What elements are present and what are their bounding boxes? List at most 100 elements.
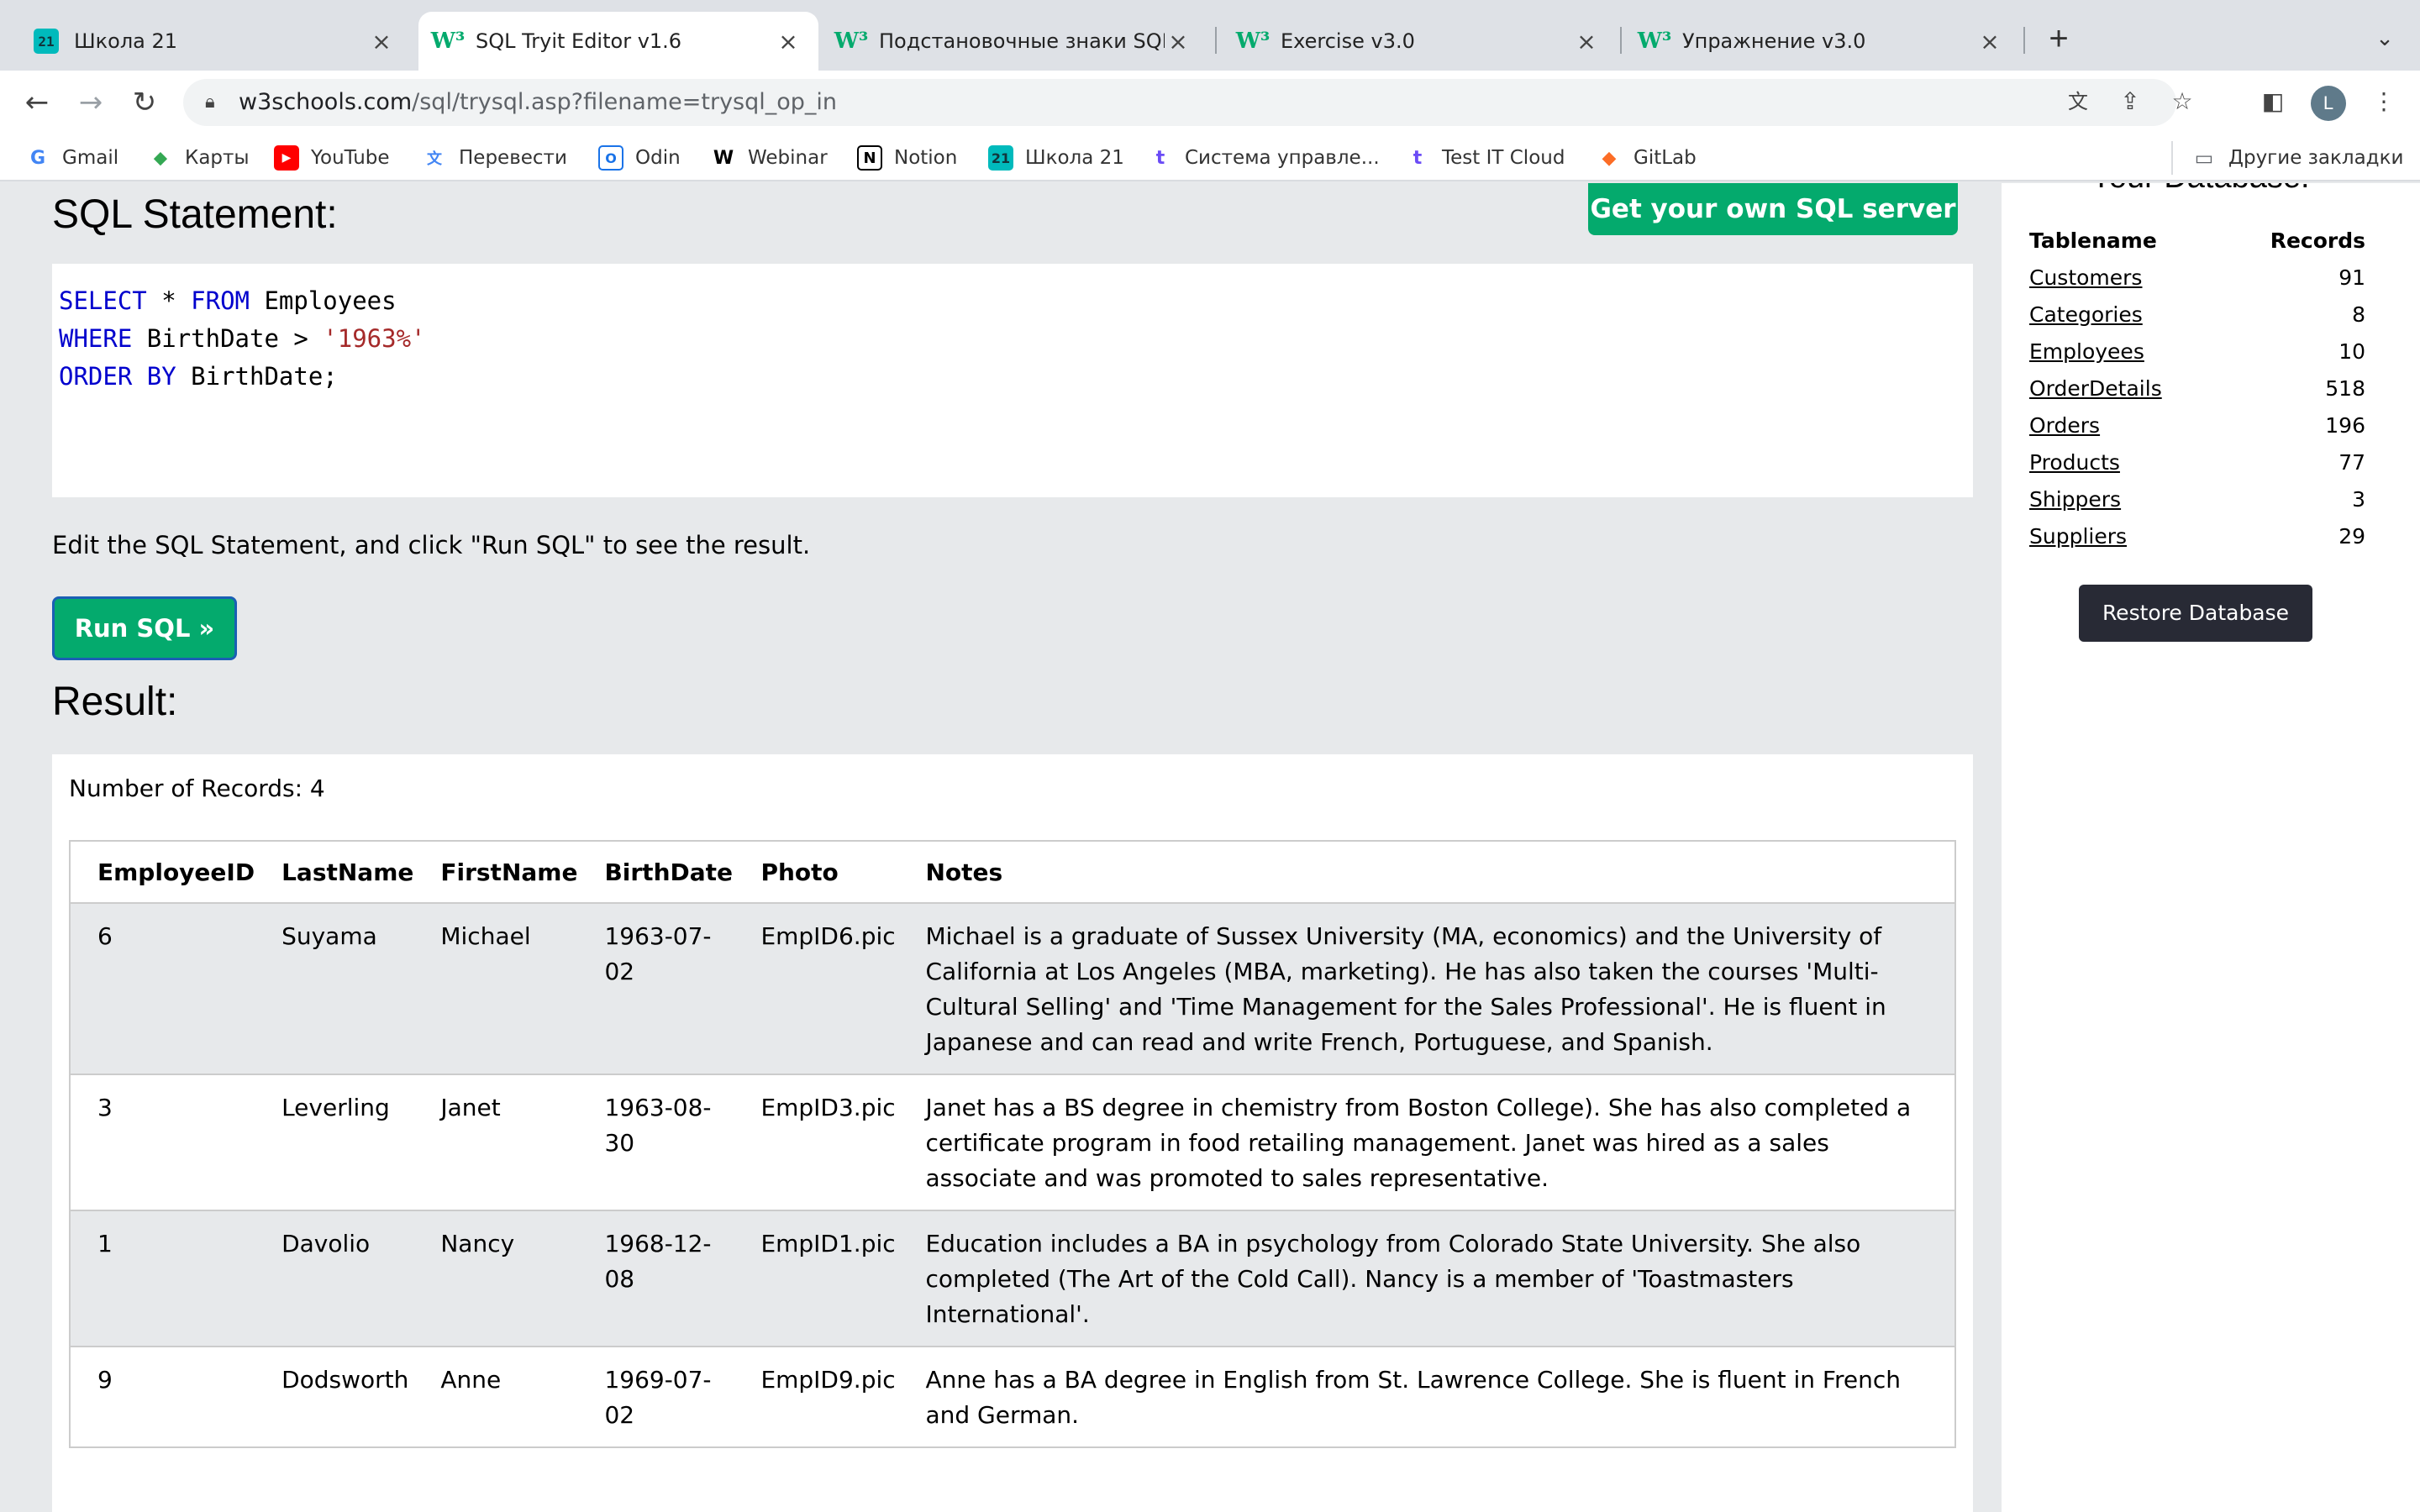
bookmark-webinar[interactable]: W Webinar — [711, 141, 828, 175]
code-line: ORDER BY BirthDate; — [59, 358, 1966, 396]
cell-employee-id: 6 — [70, 903, 269, 1075]
code-line: SELECT * FROM Employees — [59, 282, 1966, 320]
reload-icon[interactable]: ↻ — [124, 82, 165, 123]
table-row: 6 Suyama Michael 1963-07-02 EmpID6.pic M… — [70, 903, 1955, 1075]
side-panel-icon[interactable]: ◧ — [2254, 82, 2292, 121]
bookmark-star-icon[interactable]: ☆ — [2163, 82, 2202, 121]
bookmark-label: Карты — [185, 147, 250, 169]
bookmark-youtube[interactable]: ▶ YouTube — [274, 141, 390, 175]
close-icon[interactable]: × — [775, 28, 802, 55]
close-icon[interactable]: × — [1976, 28, 2003, 55]
sql-statement-heading: SQL Statement: — [52, 192, 338, 237]
code-keyword: SELECT — [59, 286, 147, 315]
column-header: Tablename — [2029, 228, 2157, 253]
record-count-cell: 196 — [2325, 412, 2365, 438]
folder-icon: ▭ — [2194, 146, 2214, 170]
tab-bar: 21 Школа 21 × W³ SQL Tryit Editor v1.6 ×… — [0, 0, 2420, 71]
address-bar[interactable]: 🔒︎ w3schools.com/sql/trysql.asp?filename… — [183, 79, 2193, 126]
lock-icon: 🔒︎ — [205, 91, 215, 112]
tab-exercise[interactable]: W³ Exercise v3.0 × — [1223, 12, 1617, 71]
school21-icon: 21 — [34, 29, 59, 54]
table-link-categories[interactable]: Categories — [2029, 302, 2143, 327]
webinar-icon: W — [713, 147, 734, 169]
share-icon[interactable]: ⇪ — [2111, 82, 2149, 121]
cell-employee-id: 9 — [70, 1347, 269, 1448]
column-header: Records — [2270, 228, 2365, 253]
cell-last-name: Suyama — [268, 903, 428, 1075]
record-count-cell: 8 — [2352, 302, 2365, 327]
cell-photo: EmpID3.pic — [747, 1074, 913, 1211]
table-row: Shippers 3 — [2028, 480, 2366, 517]
editor-column: SQL Statement: Get your own SQL server S… — [25, 183, 1998, 1512]
cell-notes: Janet has a BS degree in chemistry from … — [912, 1074, 1955, 1211]
tab-uprazhnenie[interactable]: W³ Упражнение v3.0 × — [1625, 12, 2020, 71]
notion-icon: N — [857, 145, 882, 171]
bookmark-testit-cloud[interactable]: t Test IT Cloud — [1405, 141, 1565, 175]
result-panel: Number of Records: 4 EmployeeID LastName… — [52, 754, 1973, 1512]
database-panel: Your Database: Tablename Records Custome… — [2002, 183, 2420, 1512]
code-keyword: ORDER BY — [59, 362, 176, 391]
get-sql-server-button[interactable]: Get your own SQL server — [1588, 183, 1958, 235]
restore-database-button[interactable]: Restore Database — [2079, 585, 2312, 642]
cell-first-name: Janet — [427, 1074, 592, 1211]
tab-school21[interactable]: 21 Школа 21 × — [17, 12, 412, 71]
bookmark-translate[interactable]: 文 Перевести — [422, 141, 567, 175]
cell-birth-date: 1969-07-02 — [591, 1347, 748, 1448]
table-link-orderdetails[interactable]: OrderDetails — [2029, 376, 2162, 401]
close-icon[interactable]: × — [1165, 28, 1192, 55]
url-text[interactable]: w3schools.com/sql/trysql.asp?filename=tr… — [239, 89, 837, 115]
table-link-suppliers[interactable]: Suppliers — [2029, 524, 2127, 549]
record-count-cell: 3 — [2352, 486, 2365, 512]
table-row: Categories 8 — [2028, 296, 2366, 333]
cell-notes: Education includes a BA in psychology fr… — [912, 1210, 1955, 1347]
bookmark-school21[interactable]: 21 Школа 21 — [988, 141, 1124, 175]
other-bookmarks[interactable]: ▭ Другие закладки — [2191, 141, 2404, 175]
tab-title: SQL Tryit Editor v1.6 — [476, 29, 682, 53]
tab-wildcards[interactable]: W³ Подстановочные знаки SQL × — [822, 12, 1208, 71]
table-link-products[interactable]: Products — [2029, 450, 2120, 475]
close-icon[interactable]: × — [368, 28, 395, 55]
tab-search-chevron-down-icon[interactable]: ⌄ — [2368, 25, 2402, 59]
avatar[interactable]: L — [2311, 86, 2346, 121]
bookmark-notion[interactable]: N Notion — [857, 141, 957, 175]
forward-arrow-icon[interactable]: → — [71, 82, 111, 123]
table-row: OrderDetails 518 — [2028, 370, 2366, 407]
translate-icon[interactable]: 文 — [2059, 82, 2097, 121]
bookmark-maps[interactable]: ⬥ Карты — [148, 141, 250, 175]
column-header: Notes — [912, 841, 1955, 904]
close-icon[interactable]: × — [1573, 28, 1600, 55]
bookmark-gmail[interactable]: G Gmail — [25, 141, 118, 175]
gmail-icon: G — [29, 147, 46, 169]
tab-separator — [1215, 27, 1217, 54]
odin-icon: O — [598, 145, 623, 171]
table-row: Customers 91 — [2028, 259, 2366, 296]
bookmark-odin[interactable]: O Odin — [598, 141, 681, 175]
table-link-customers[interactable]: Customers — [2029, 265, 2142, 290]
database-table: Tablename Records Customers 91 Categories… — [2028, 222, 2366, 554]
bookmark-gitlab[interactable]: ◆ GitLab — [1597, 141, 1697, 175]
bookmark-label: Gmail — [62, 147, 119, 169]
code-keyword: WHERE — [59, 324, 133, 353]
cell-last-name: Dodsworth — [268, 1347, 428, 1448]
bookmark-system[interactable]: t Система управле... — [1148, 141, 1380, 175]
bookmarks-divider — [2171, 141, 2173, 175]
tab-sql-tryit-editor[interactable]: W³ SQL Tryit Editor v1.6 × — [418, 12, 818, 71]
table-link-orders[interactable]: Orders — [2029, 413, 2100, 438]
cell-birth-date: 1963-07-02 — [591, 903, 748, 1075]
kebab-menu-icon[interactable]: ⋮ — [2365, 82, 2403, 121]
back-arrow-icon[interactable]: ← — [17, 82, 57, 123]
table-link-employees[interactable]: Employees — [2029, 339, 2144, 364]
w3schools-icon: W³ — [430, 29, 466, 54]
bookmark-label: Odin — [635, 147, 681, 169]
bookmark-label: Webinar — [748, 147, 828, 169]
cell-photo: EmpID9.pic — [747, 1347, 913, 1448]
table-row: Products 77 — [2028, 444, 2366, 480]
bookmark-label: Test IT Cloud — [1442, 147, 1565, 169]
new-tab-button[interactable]: + — [2040, 22, 2077, 59]
table-link-shippers[interactable]: Shippers — [2029, 487, 2121, 512]
run-sql-button[interactable]: Run SQL » — [52, 596, 237, 660]
url-host: w3schools.com — [239, 89, 413, 115]
w3schools-icon: W³ — [1637, 29, 1672, 54]
translate-icon: 文 — [427, 150, 442, 168]
sql-editor[interactable]: SELECT * FROM Employees WHERE BirthDate … — [52, 264, 1973, 497]
